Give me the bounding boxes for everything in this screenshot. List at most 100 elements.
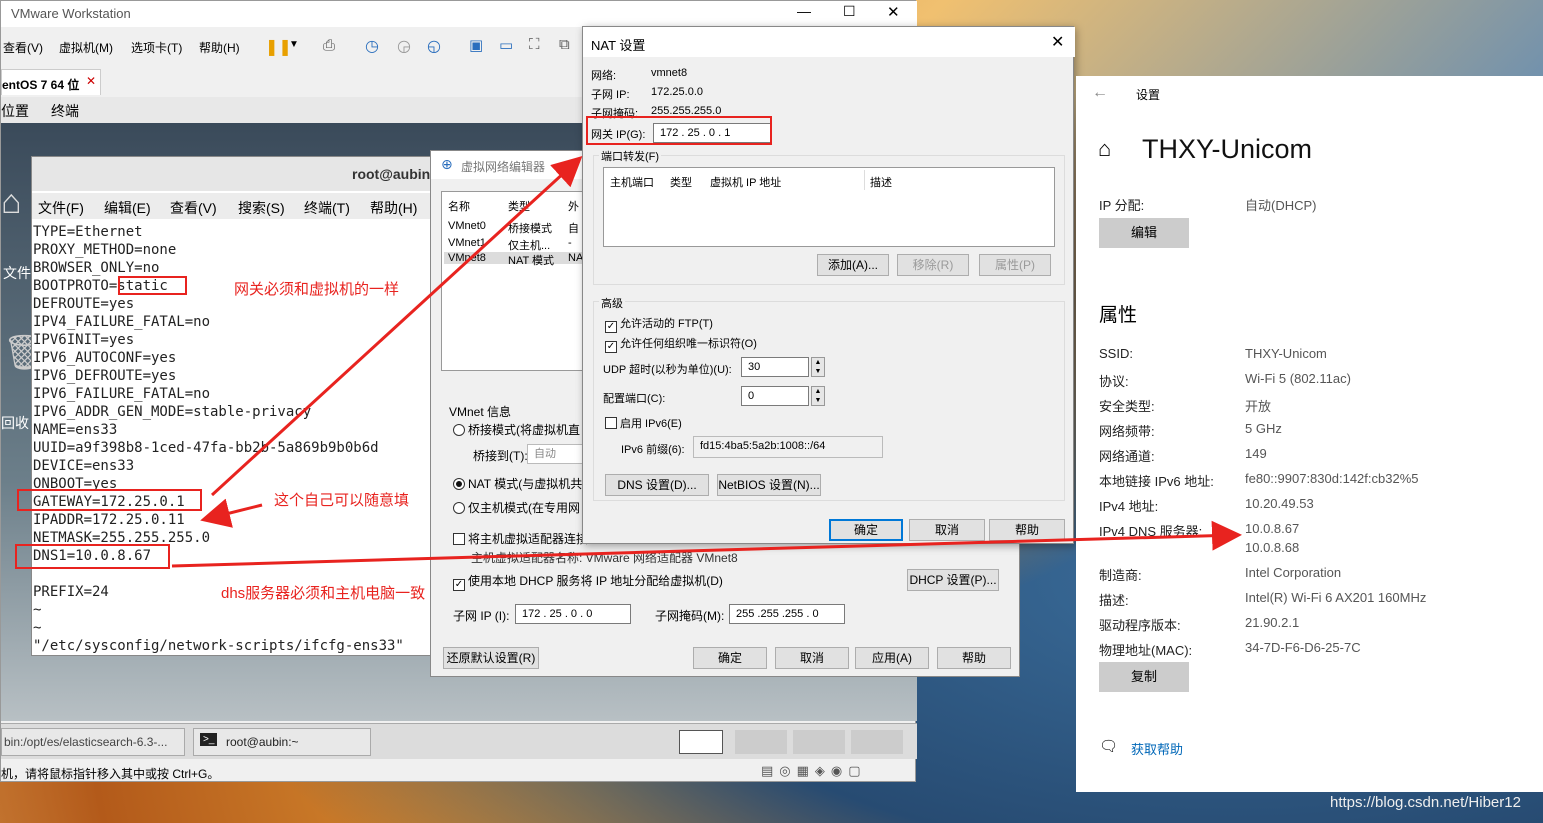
minimize-button[interactable]: — — [797, 3, 811, 19]
vnet-col-name[interactable]: 名称 — [448, 198, 470, 214]
get-help-link[interactable]: 获取帮助 — [1131, 739, 1183, 758]
terminal-menu-edit[interactable]: 编辑(E) — [104, 198, 151, 218]
restore-defaults-button[interactable]: 还原默认设置(R) — [443, 647, 539, 669]
list-item[interactable]: VMnet1 仅主机... - — [448, 237, 588, 252]
terminal-menu-search[interactable]: 搜索(S) — [238, 198, 285, 218]
nat-mode-radio[interactable]: NAT 模式(与虚拟机共 — [453, 475, 582, 492]
list-item[interactable]: VMnet0 桥接模式 自 — [448, 220, 588, 235]
vnet-ok-button[interactable]: 确定 — [693, 647, 767, 669]
home-icon[interactable]: ⌂ — [1098, 136, 1111, 162]
menu-tabs[interactable]: 选项卡(T) — [131, 39, 182, 56]
connect-adapter-checkbox[interactable]: 将主机虚拟适配器连接 — [453, 530, 588, 547]
copy-button[interactable]: 复制 — [1099, 662, 1189, 692]
close-button[interactable]: ✕ — [887, 3, 900, 21]
prop-label: SSID: — [1099, 346, 1133, 361]
pause-icon[interactable]: ❚❚ — [265, 37, 292, 57]
taskbar-item-terminal[interactable]: >_ root@aubin:~ — [193, 728, 371, 756]
workspace-2[interactable] — [735, 730, 787, 754]
config-port-input[interactable]: 0 — [741, 386, 809, 406]
vnet-apply-button[interactable]: 应用(A) — [855, 647, 929, 669]
subnet-ip-input[interactable]: 172 . 25 . 0 . 0 — [515, 604, 631, 624]
vnet-list[interactable]: 名称 类型 外 VMnet0 桥接模式 自 VMnet1 仅主机... - VMnet8… — [441, 191, 591, 371]
guest-menu-terminal[interactable]: 终端 — [51, 101, 79, 121]
sidebar-toggle-icon[interactable]: ▣ — [469, 36, 483, 54]
settings-title: 设置 — [1136, 88, 1161, 102]
taskbar-item-es[interactable]: bin:/opt/es/elasticsearch-6.3-... — [1, 728, 185, 756]
bridge-to-label: 桥接到(T): — [473, 449, 528, 463]
prop-value: fe80::9907:830d:142f:cb32%5 — [1245, 471, 1419, 486]
ftp-checkbox[interactable]: ✓ 允许活动的 FTP(T) — [605, 315, 713, 333]
vnet-cancel-button[interactable]: 取消 — [775, 647, 849, 669]
workspace-3[interactable] — [793, 730, 845, 754]
ip-assign-value: 自动(DHCP) — [1245, 198, 1317, 213]
dhcp-checkbox[interactable]: ✓ 使用本地 DHCP 服务将 IP 地址分配给虚拟机(D) — [453, 572, 723, 591]
snapshot-icon[interactable]: ◷ — [365, 36, 379, 56]
watermark: https://blog.csdn.net/Hiber12 — [1330, 794, 1521, 811]
close-icon[interactable]: ✕ — [1051, 32, 1064, 52]
pf-col-desc[interactable]: 描述 — [870, 174, 892, 190]
vm-tab[interactable]: entOS 7 64 位 ✕ — [1, 69, 101, 95]
bridge-mode-radio[interactable]: 桥接模式(将虚拟机直 — [453, 421, 580, 438]
ipv6-prefix-input[interactable]: fd15:4ba5:5a2b:1008::/64 — [693, 436, 883, 458]
terminal-menu-terminal[interactable]: 终端(T) — [304, 198, 350, 218]
vnet-col-type[interactable]: 类型 — [508, 198, 530, 214]
terminal-line: IPV6_AUTOCONF=yes — [33, 350, 177, 366]
snapshot-restore-icon[interactable]: ◶ — [397, 36, 411, 56]
udp-timeout-label: UDP 超时(以秒为单位)(U): — [603, 364, 732, 376]
nat-help-button[interactable]: 帮助 — [989, 519, 1065, 541]
terminal-line: IPV6_FAILURE_FATAL=no — [33, 386, 211, 402]
pf-col-host-port[interactable]: 主机端口 — [610, 174, 654, 190]
terminal-line: "/etc/sysconfig/network-scripts/ifcfg-en… — [33, 638, 404, 654]
send-keys-icon[interactable]: ⎙ — [323, 37, 335, 54]
terminal-menu-view[interactable]: 查看(V) — [170, 198, 217, 218]
unity-icon[interactable]: ⧉ — [559, 36, 570, 53]
nat-cancel-button[interactable]: 取消 — [909, 519, 985, 541]
subnet-mask-input[interactable]: 255 .255 .255 . 0 — [729, 604, 845, 624]
prop-row: 本地链接 IPv6 地址: fe80::9907:830d:142f:cb32%5 — [1099, 471, 1418, 490]
host-only-radio[interactable]: 仅主机模式(在专用网 — [453, 499, 580, 516]
pf-add-button[interactable]: 添加(A)... — [817, 254, 889, 276]
nat-ok-button[interactable]: 确定 — [829, 519, 903, 541]
prop-row: 网络频带: 5 GHz — [1099, 421, 1282, 440]
ftp-label: 允许活动的 FTP(T) — [620, 318, 713, 330]
terminal-menu-help[interactable]: 帮助(H) — [370, 198, 417, 218]
help-icon: 🗨 — [1099, 738, 1119, 755]
workspace-4[interactable] — [851, 730, 903, 754]
highlight-dns — [15, 544, 170, 569]
workspace-1[interactable] — [679, 730, 723, 754]
udp-timeout-input[interactable]: 30 — [741, 357, 809, 377]
pf-props-button[interactable]: 属性(P) — [979, 254, 1051, 276]
home-folder-icon[interactable]: ⌂ — [1, 183, 22, 222]
pf-col-vm-ip[interactable]: 虚拟机 IP 地址 — [710, 174, 781, 190]
pf-col-type[interactable]: 类型 — [670, 174, 692, 190]
console-view-icon[interactable]: ▭ — [499, 36, 513, 54]
prop-value: 5 GHz — [1245, 421, 1282, 436]
oui-checkbox[interactable]: ✓ 允许任何组织唯一标识符(O) — [605, 335, 757, 353]
back-arrow-icon[interactable]: ← — [1092, 84, 1108, 102]
bridge-to-select[interactable]: 自动 — [527, 444, 587, 464]
terminal-menu-file[interactable]: 文件(F) — [38, 198, 84, 218]
highlight-gateway — [17, 489, 202, 511]
ipv6-checkbox[interactable]: 启用 IPv6(E) — [605, 415, 682, 431]
snapshot-manager-icon[interactable]: ◵ — [427, 36, 441, 56]
menu-help[interactable]: 帮助(H) — [199, 39, 240, 56]
vnet-col-ext[interactable]: 外 — [568, 198, 579, 214]
fullscreen-icon[interactable]: ⛶ — [529, 36, 540, 53]
chevron-down-icon[interactable]: ▼ — [289, 39, 299, 50]
config-port-spin[interactable]: ▲ ▼ — [811, 386, 825, 406]
edit-button[interactable]: 编辑 — [1099, 218, 1189, 248]
list-item[interactable]: VMnet8 NAT 模式 NA — [444, 252, 590, 267]
close-tab-icon[interactable]: ✕ — [86, 74, 96, 88]
dhcp-settings-button[interactable]: DHCP 设置(P)... — [907, 569, 999, 591]
port-forward-table[interactable]: 主机端口 类型 虚拟机 IP 地址 描述 — [603, 167, 1055, 247]
vnet-ext: - — [568, 237, 572, 249]
guest-menu-places[interactable]: 位置 — [1, 101, 29, 121]
menu-view[interactable]: 查看(V) — [3, 39, 43, 56]
dns-settings-button[interactable]: DNS 设置(D)... — [605, 474, 709, 496]
netbios-settings-button[interactable]: NetBIOS 设置(N)... — [717, 474, 821, 496]
pf-remove-button[interactable]: 移除(R) — [897, 254, 969, 276]
menu-vm[interactable]: 虚拟机(M) — [59, 39, 113, 56]
maximize-button[interactable]: ☐ — [843, 3, 856, 20]
vnet-help-button[interactable]: 帮助 — [937, 647, 1011, 669]
udp-spin[interactable]: ▲ ▼ — [811, 357, 825, 377]
